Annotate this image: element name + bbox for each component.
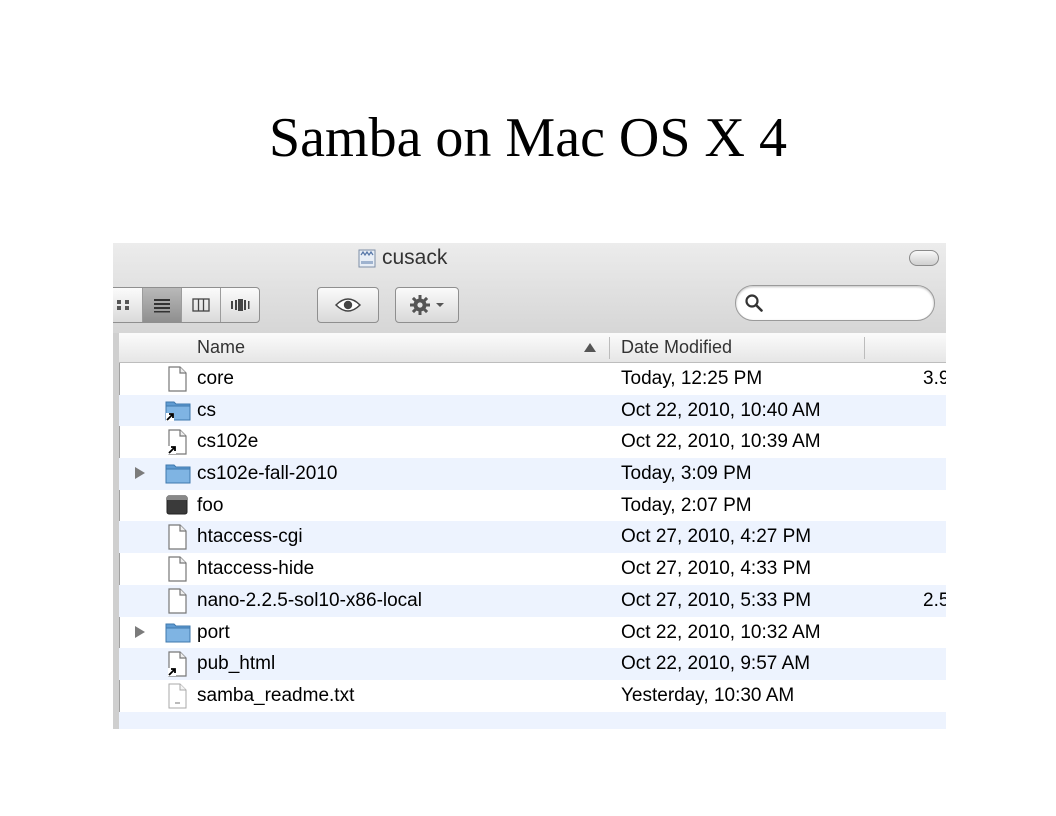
column-header-date-label: Date Modified [621, 337, 733, 357]
column-view-icon [192, 298, 210, 312]
file-date-modified: Today, 2:07 PM [621, 494, 752, 516]
file-date-modified: Oct 22, 2010, 10:39 AM [621, 431, 821, 453]
window-titlebar: cusack [113, 243, 946, 334]
column-header-name-label: Name [197, 337, 246, 357]
quick-look-button[interactable] [317, 287, 379, 323]
folder-alias-icon [165, 398, 191, 424]
file-name: cs102e [197, 431, 259, 453]
window-title: cusack [358, 245, 447, 271]
column-header-name[interactable]: Name [197, 333, 245, 362]
file-name: htaccess-hide [197, 558, 315, 580]
cover-flow-icon [231, 299, 250, 311]
file-row[interactable]: nano-2.2.5-sol10-x86-local Oct 27, 2010, … [119, 584, 946, 617]
file-name: cs102e-fall-2010 [197, 463, 338, 485]
text-document-icon [165, 683, 189, 709]
view-mode-selector[interactable] [113, 287, 260, 323]
file-size: 3.9 [923, 368, 946, 389]
column-header-date[interactable]: Date Modified [621, 333, 732, 362]
file-date-modified: Oct 22, 2010, 10:32 AM [621, 621, 821, 643]
file-row[interactable]: foo Today, 2:07 PM [119, 490, 946, 522]
search-icon [745, 294, 763, 312]
disclosure-triangle-icon[interactable] [135, 467, 145, 480]
window-title-text: cusack [382, 246, 448, 269]
icon-view-button[interactable] [113, 288, 143, 322]
document-icon [165, 588, 189, 614]
list-view-icon [154, 299, 170, 313]
file-date-modified: Oct 22, 2010, 9:57 AM [621, 653, 811, 675]
document-icon [165, 524, 189, 551]
search-input[interactable] [770, 293, 924, 313]
document-alias-icon [165, 429, 189, 455]
slide-title: Samba on Mac OS X 4 [269, 107, 787, 169]
eye-icon [335, 298, 361, 312]
file-name: nano-2.2.5-sol10-x86-local [197, 589, 422, 611]
file-date-modified: Oct 27, 2010, 4:33 PM [621, 558, 812, 580]
disclosure-triangle-icon[interactable] [135, 625, 145, 638]
file-name: samba_readme.txt [197, 684, 355, 706]
file-date-modified: Yesterday, 10:30 AM [621, 684, 795, 706]
file-row[interactable]: htaccess-hide Oct 27, 2010, 4:33 PM [119, 553, 946, 585]
icon-view-icon [117, 300, 129, 310]
file-date-modified: Oct 27, 2010, 5:33 PM [621, 589, 812, 611]
chevron-down-icon [436, 303, 444, 307]
file-date-modified: Oct 22, 2010, 10:40 AM [621, 399, 821, 421]
gear-icon [410, 295, 430, 315]
document-alias-icon [165, 651, 189, 677]
file-row[interactable]: port Oct 22, 2010, 10:32 AM [119, 617, 946, 649]
document-icon [165, 556, 189, 582]
network-volume-icon [358, 249, 376, 268]
file-row[interactable]: cs Oct 22, 2010, 10:40 AM [119, 394, 946, 427]
file-date-modified: Today, 3:09 PM [621, 463, 752, 485]
column-view-button[interactable] [182, 288, 221, 322]
action-menu-button[interactable] [395, 287, 459, 323]
document-icon [165, 366, 189, 392]
file-size: 2.5 [923, 589, 946, 611]
file-row[interactable]: pub_html Oct 22, 2010, 9:57 AM [119, 648, 946, 680]
folder-icon [165, 461, 191, 487]
file-row[interactable]: cs102e-fall-2010 Today, 3:09 PM [119, 458, 946, 490]
cover-flow-button[interactable] [221, 288, 259, 322]
toolbar-toggle-button[interactable] [909, 250, 939, 266]
file-name: core [197, 368, 234, 389]
column-divider[interactable] [609, 337, 610, 359]
file-list: core Today, 12:25 PM 3.9 cs Oct 22, 2010, 10… [119, 363, 946, 729]
empty-row [119, 711, 946, 729]
file-date-modified: Oct 27, 2010, 4:27 PM [621, 526, 812, 548]
search-field[interactable] [735, 285, 935, 321]
column-divider[interactable] [864, 337, 865, 359]
column-header-bar: Name Date Modified [119, 333, 946, 363]
file-row[interactable]: cs102e Oct 22, 2010, 10:39 AM [119, 426, 946, 458]
list-view-button[interactable] [143, 288, 182, 322]
file-name: cs [197, 399, 216, 421]
file-name: port [197, 621, 230, 643]
file-name: htaccess-cgi [197, 526, 303, 548]
finder-window: cusack Name Date Modified core Today, 12… [113, 243, 946, 729]
file-row[interactable]: htaccess-cgi Oct 27, 2010, 4:27 PM [119, 521, 946, 554]
folder-icon [165, 620, 191, 646]
file-date-modified: Today, 12:25 PM [621, 368, 763, 389]
file-row[interactable]: core Today, 12:25 PM 3.9 [119, 363, 946, 395]
executable-icon [165, 493, 189, 519]
file-name: foo [197, 494, 224, 516]
sort-ascending-icon [584, 343, 596, 352]
file-row[interactable]: samba_readme.txt Yesterday, 10:30 AM [119, 680, 946, 712]
file-name: pub_html [197, 653, 276, 675]
